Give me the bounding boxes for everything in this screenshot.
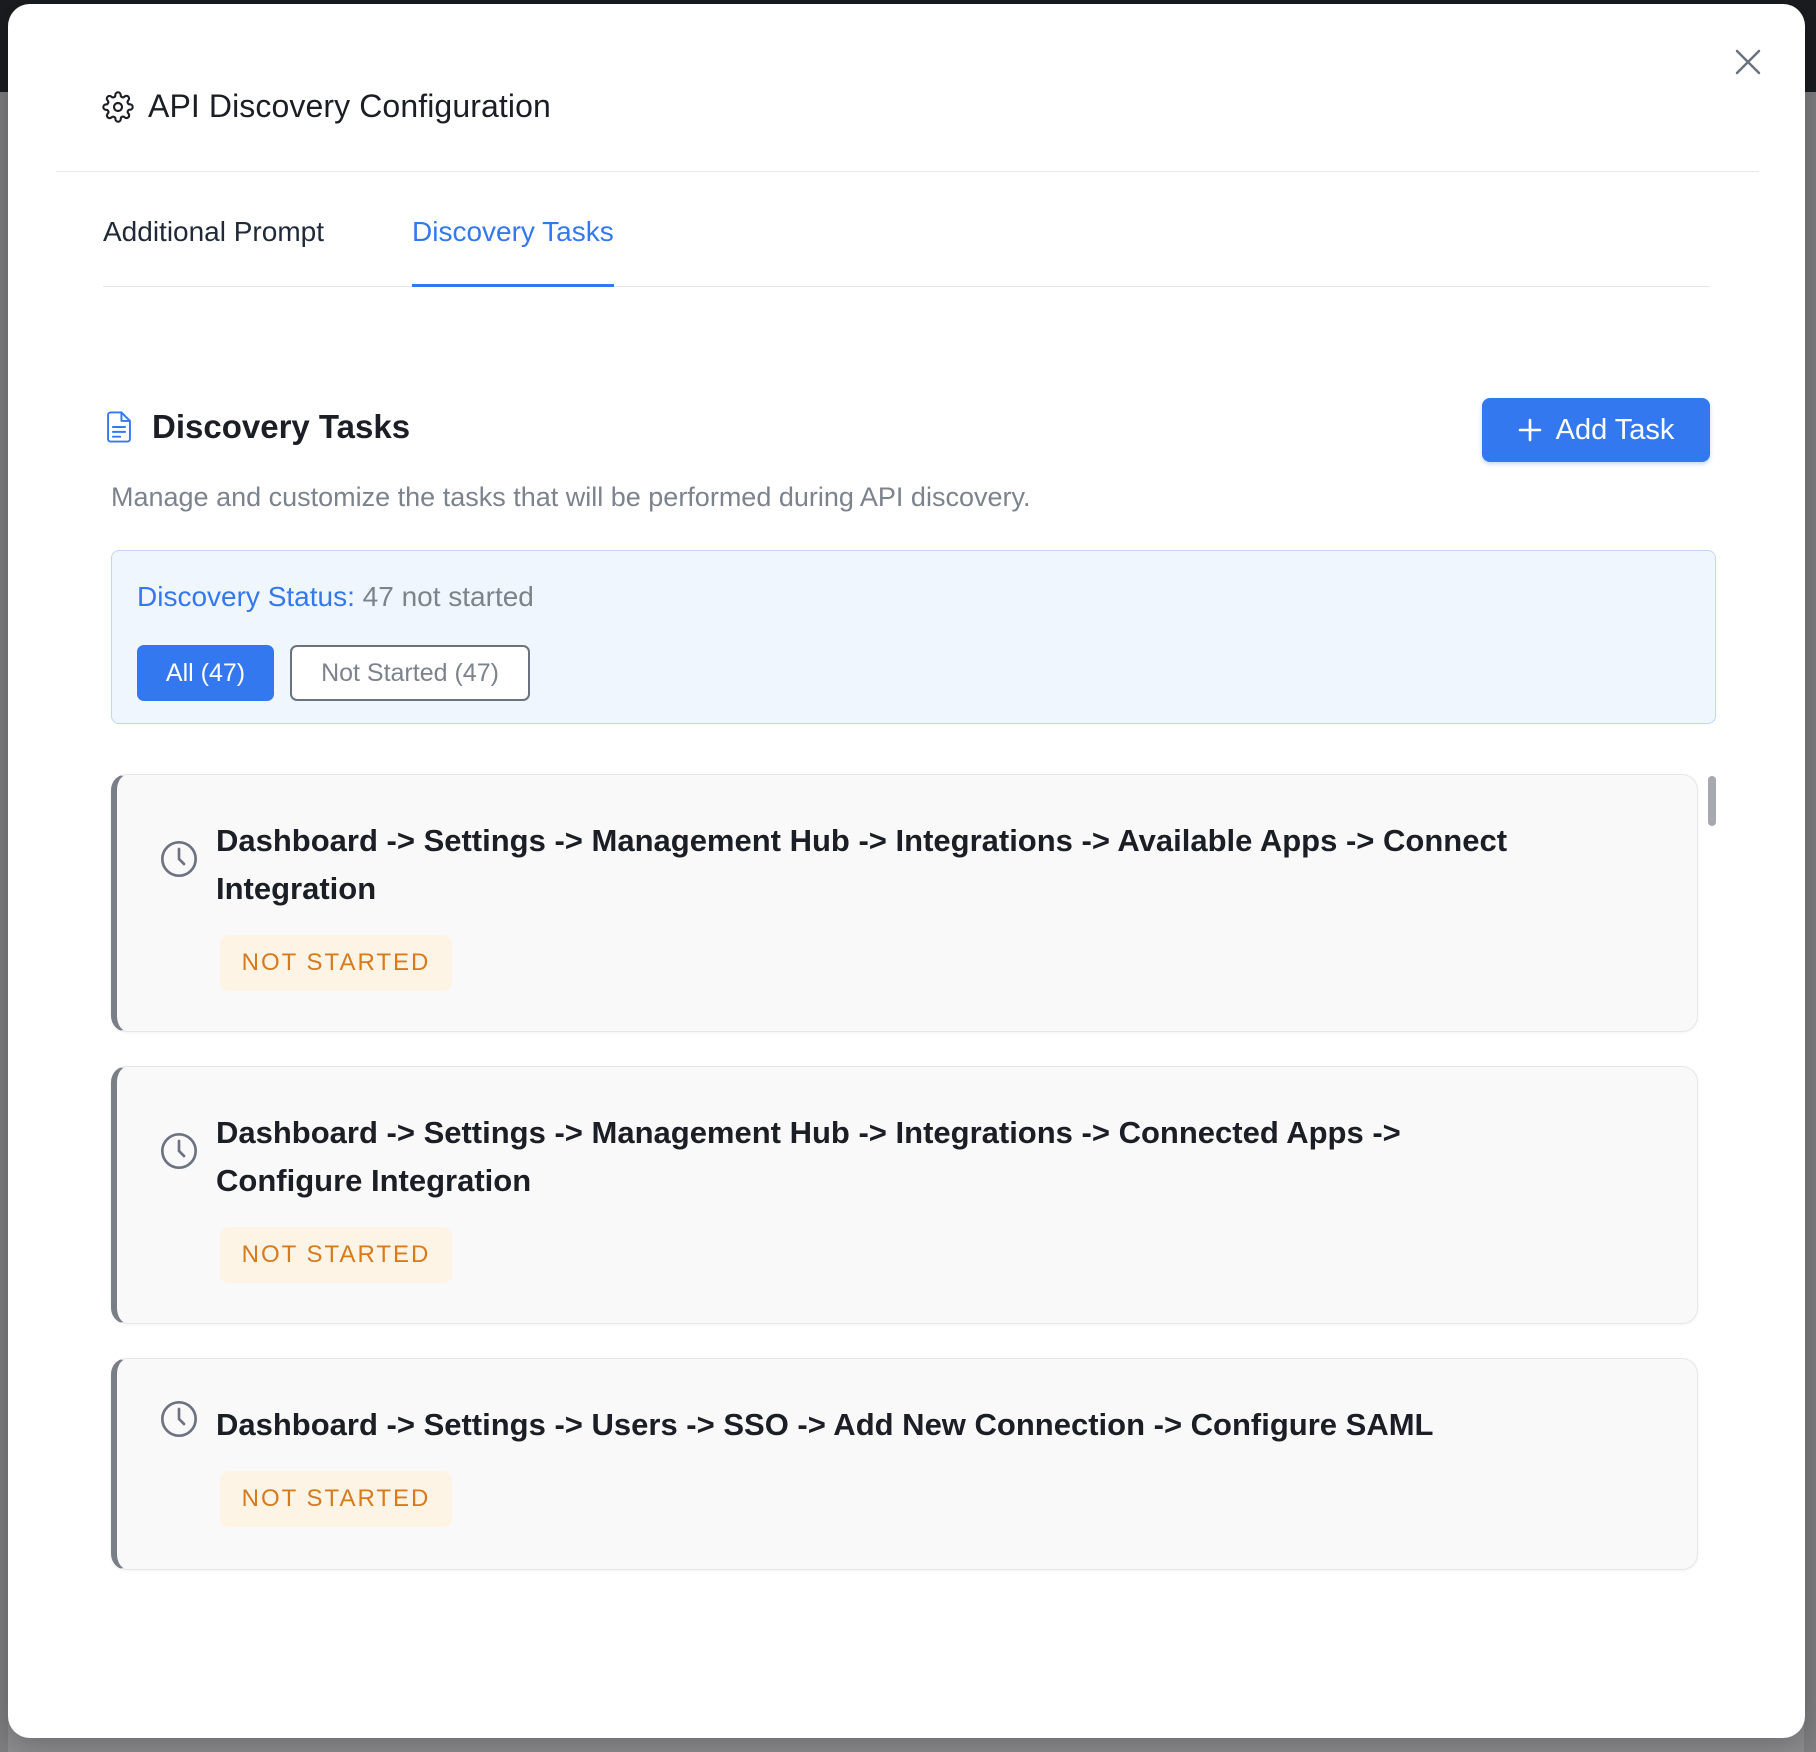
header-divider xyxy=(56,171,1759,172)
tab-additional-prompt[interactable]: Additional Prompt xyxy=(103,216,324,284)
add-task-label: Add Task xyxy=(1555,413,1675,446)
status-line: Discovery Status: 47 not started xyxy=(137,581,534,613)
close-icon[interactable] xyxy=(1734,48,1762,76)
status-badge: NOT STARTED xyxy=(220,935,452,991)
backdrop-left xyxy=(0,92,8,1752)
task-title: Dashboard -> Settings -> Management Hub … xyxy=(216,823,1508,906)
clock-icon xyxy=(161,1133,197,1169)
status-label: Discovery Status: xyxy=(137,581,355,612)
backdrop-right xyxy=(1804,92,1816,1752)
plus-icon xyxy=(1518,418,1542,442)
gear-icon xyxy=(102,90,134,123)
section-title: Discovery Tasks xyxy=(152,408,411,445)
task-card[interactable]: Dashboard -> Settings -> Management Hub … xyxy=(111,774,1698,1032)
task-list: Dashboard -> Settings -> Management Hub … xyxy=(111,774,1716,1574)
task-title: Dashboard -> Settings -> Users -> SSO ->… xyxy=(216,1407,1434,1442)
clock-icon xyxy=(161,841,197,877)
task-card[interactable]: Dashboard -> Settings -> Users -> SSO ->… xyxy=(111,1358,1698,1570)
status-badge: NOT STARTED xyxy=(220,1227,452,1283)
section-header: Discovery Tasks xyxy=(104,408,410,446)
filter-all-button[interactable]: All (47) xyxy=(137,645,274,701)
status-value: 47 not started xyxy=(362,581,534,612)
modal-dialog: API Discovery Configuration Additional P… xyxy=(8,4,1805,1738)
scroll-thumb[interactable] xyxy=(1708,776,1716,826)
dialog-title: API Discovery Configuration xyxy=(148,88,551,124)
close-button[interactable] xyxy=(1728,42,1768,82)
tab-discovery-tasks[interactable]: Discovery Tasks xyxy=(412,216,614,287)
filter-not-started-button[interactable]: Not Started (47) xyxy=(290,645,530,701)
tab-bar: Additional Prompt Discovery Tasks xyxy=(103,216,1710,287)
task-list-scrollbar[interactable] xyxy=(1708,774,1716,1574)
status-badge: NOT STARTED xyxy=(220,1471,452,1527)
add-task-button[interactable]: Add Task xyxy=(1482,398,1710,462)
clock-icon xyxy=(161,1401,197,1437)
status-panel: Discovery Status: 47 not started All (47… xyxy=(111,550,1716,724)
document-icon xyxy=(107,411,131,443)
dialog-header: API Discovery Configuration xyxy=(102,88,551,125)
task-title: Dashboard -> Settings -> Management Hub … xyxy=(216,1115,1401,1198)
task-card[interactable]: Dashboard -> Settings -> Management Hub … xyxy=(111,1066,1698,1324)
section-description: Manage and customize the tasks that will… xyxy=(111,482,1031,512)
